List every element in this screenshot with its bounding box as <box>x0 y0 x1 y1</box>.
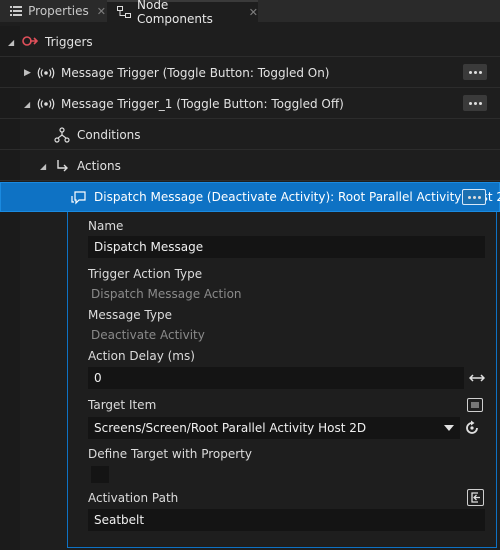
drag-value-icon[interactable] <box>469 372 485 384</box>
close-icon[interactable]: ✕ <box>249 6 258 19</box>
collapse-triangle-icon[interactable]: ▶ <box>24 68 31 78</box>
activation-path-label: Activation Path <box>88 491 179 505</box>
trigger-action-type-value: Dispatch Message Action <box>91 287 242 301</box>
name-label: Name <box>88 219 124 233</box>
more-options-button[interactable] <box>463 95 487 111</box>
activation-path-field[interactable]: Seatbelt <box>88 509 485 531</box>
refresh-icon[interactable] <box>464 420 480 436</box>
message-type-label: Message Type <box>88 308 172 322</box>
conditions-icon <box>54 127 70 143</box>
action-delay-field[interactable]: 0 <box>88 367 464 389</box>
pick-target-icon[interactable] <box>467 398 483 412</box>
tab-bar: Properties ✕ Node Components ✕ <box>0 0 500 26</box>
message-type-value: Deactivate Activity <box>91 328 205 342</box>
more-options-button[interactable] <box>463 64 487 80</box>
tree-row-dispatch-message[interactable]: Dispatch Message (Deactivate Activity): … <box>0 182 500 212</box>
broadcast-icon <box>37 67 55 79</box>
target-item-value: Screens/Screen/Root Parallel Activity Ho… <box>94 421 367 435</box>
tree-row-actions[interactable]: ◢ Actions <box>0 151 500 181</box>
define-target-label: Define Target with Property <box>88 447 252 461</box>
tree-row-triggers[interactable]: ◢ Triggers <box>0 27 500 57</box>
expand-triangle-icon[interactable]: ◢ <box>40 162 46 171</box>
tree-label-conditions: Conditions <box>77 127 141 142</box>
target-item-select[interactable]: Screens/Screen/Root Parallel Activity Ho… <box>88 417 460 439</box>
tree-label-dispatch-message: Dispatch Message (Deactivate Activity): … <box>94 190 500 204</box>
dispatch-message-icon <box>71 190 87 206</box>
define-target-checkbox[interactable] <box>91 466 109 483</box>
tree-row-conditions[interactable]: Conditions <box>0 120 500 150</box>
tab-node-components-label: Node Components <box>137 0 213 26</box>
target-item-label: Target Item <box>88 398 157 412</box>
broadcast-icon <box>37 98 55 110</box>
path-picker-icon[interactable] <box>467 489 484 506</box>
expand-triangle-icon[interactable]: ◢ <box>8 38 14 47</box>
tree-label-message-trigger-1: Message Trigger_1 (Toggle Button: Toggle… <box>61 96 344 111</box>
tab-properties[interactable]: Properties ✕ <box>0 0 106 22</box>
more-options-button[interactable] <box>462 189 486 205</box>
tree-row-message-trigger[interactable]: ▶ Message Trigger (Toggle Button: Toggle… <box>0 58 500 88</box>
actions-icon <box>55 159 69 173</box>
tree-label-triggers: Triggers <box>45 34 93 49</box>
tree-label-actions: Actions <box>77 158 121 173</box>
name-field[interactable]: Dispatch Message <box>88 236 485 258</box>
tab-properties-label: Properties <box>28 4 89 18</box>
node-components-icon <box>117 6 131 18</box>
close-icon[interactable]: ✕ <box>97 5 106 18</box>
tab-node-components[interactable]: Node Components ✕ <box>107 0 258 26</box>
tree-label-message-trigger: Message Trigger (Toggle Button: Toggled … <box>61 65 330 80</box>
chevron-down-icon <box>444 425 454 431</box>
expand-triangle-icon[interactable]: ◢ <box>24 100 30 109</box>
trigger-icon <box>22 35 38 47</box>
list-icon <box>10 6 23 16</box>
action-delay-label: Action Delay (ms) <box>88 349 195 363</box>
trigger-action-type-label: Trigger Action Type <box>88 267 203 281</box>
tree-row-message-trigger-1[interactable]: ◢ Message Trigger_1 (Toggle Button: Togg… <box>0 89 500 119</box>
